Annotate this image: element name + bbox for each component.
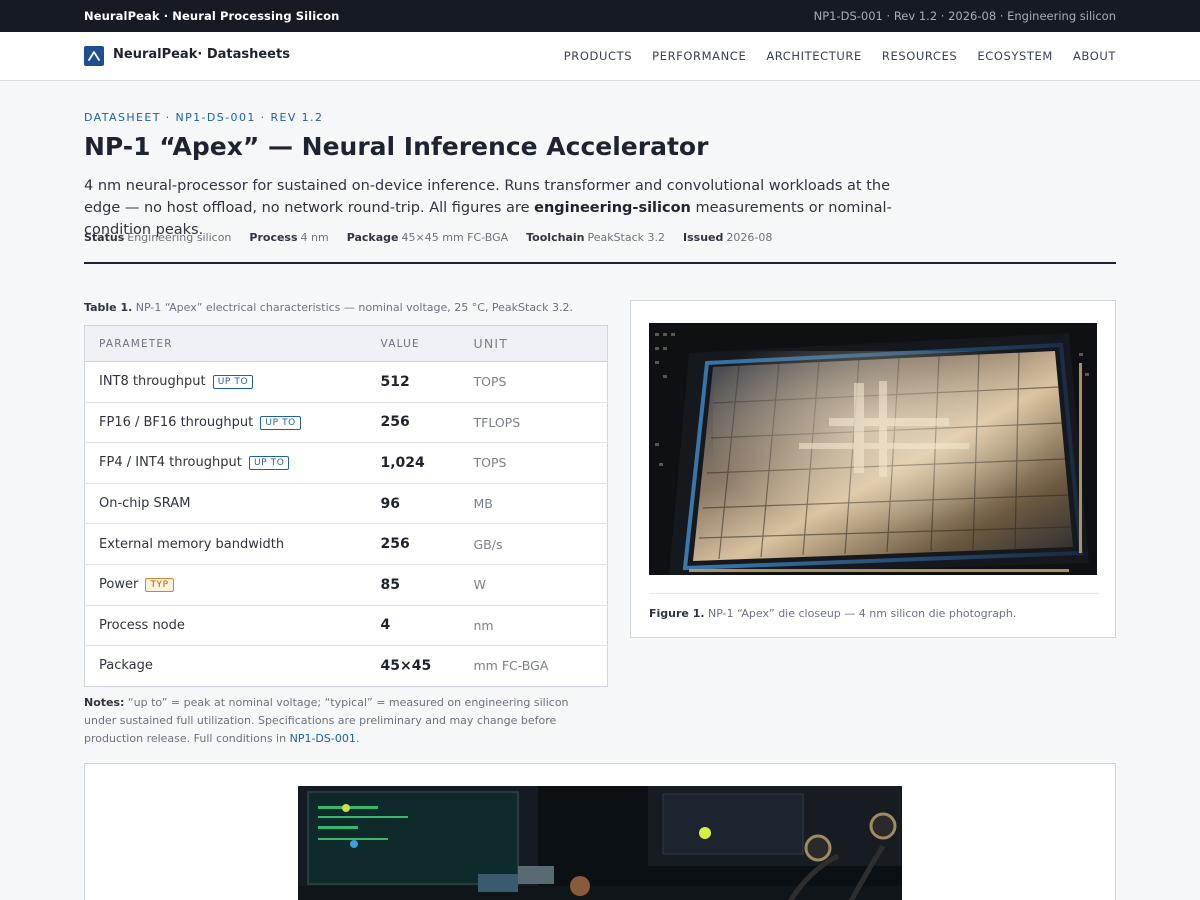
figure-caption-label: Figure 1. bbox=[649, 607, 705, 620]
table-row: FP16 / BF16 throughput UP TO 256 TFLOPS bbox=[84, 402, 608, 444]
unit-cell: W bbox=[473, 564, 608, 606]
up-to-badge: UP TO bbox=[212, 375, 254, 390]
param-name: FP4 / INT4 throughput bbox=[99, 455, 242, 471]
param-cell: FP4 / INT4 throughput UP TO bbox=[84, 442, 381, 484]
figure-caption: Figure 1. NP-1 “Apex” die closeup — 4 nm… bbox=[649, 607, 1016, 620]
fact-issued: Issued 2026-08 bbox=[683, 231, 772, 244]
table-notes: Notes: “up to” = peak at nominal voltage… bbox=[84, 694, 604, 748]
fact-label: Process bbox=[249, 231, 298, 244]
fact-process: Process 4 nm bbox=[249, 231, 328, 244]
logo-icon[interactable] bbox=[84, 46, 104, 66]
up-to-badge: UP TO bbox=[260, 415, 301, 430]
fact-value: 4 nm bbox=[300, 231, 329, 244]
fact-value: Engineering silicon bbox=[127, 231, 232, 244]
nav-link-performance[interactable]: PERFORMANCE bbox=[652, 49, 746, 63]
fact-label: Toolchain bbox=[526, 231, 585, 244]
fact-label: Status bbox=[84, 231, 125, 244]
spec-table: PARAMETER VALUE UNIT INT8 throughput UP … bbox=[84, 325, 608, 687]
param-cell: On-chip SRAM bbox=[84, 483, 381, 525]
value-cell: 96 bbox=[380, 483, 474, 525]
logo-text[interactable]: NeuralPeak· Datasheets bbox=[113, 47, 290, 62]
figure-die-closeup: Figure 1. NP-1 “Apex” die closeup — 4 nm… bbox=[630, 300, 1116, 638]
unit-cell: nm bbox=[473, 605, 608, 647]
nav-links: PRODUCTS PERFORMANCE ARCHITECTURE RESOUR… bbox=[564, 49, 1116, 63]
table-row: Power TYP 85 W bbox=[84, 564, 608, 606]
figure-caption-text: NP-1 “Apex” die closeup — 4 nm silicon d… bbox=[708, 607, 1017, 620]
nav-link-products[interactable]: PRODUCTS bbox=[564, 49, 632, 63]
top-bar-brand: NeuralPeak · Neural Processing Silicon bbox=[84, 9, 340, 23]
nav-link-resources[interactable]: RESOURCES bbox=[882, 49, 957, 63]
table-row: Process node 4 nm bbox=[84, 605, 608, 647]
page-title: NP-1 “Apex” — Neural Inference Accelerat… bbox=[84, 132, 709, 161]
fact-value: 45×45 mm FC-BGA bbox=[401, 231, 509, 244]
top-bar: NeuralPeak · Neural Processing Silicon N… bbox=[0, 0, 1200, 32]
top-bar-meta: NP1-DS-001 · Rev 1.2 · 2026-08 · Enginee… bbox=[813, 9, 1116, 23]
notes-end: . bbox=[355, 732, 360, 745]
unit-cell: MB bbox=[473, 483, 608, 525]
table-caption-text: NP-1 “Apex” electrical characteristics —… bbox=[135, 301, 573, 314]
table-caption: Table 1. NP-1 “Apex” electrical characte… bbox=[84, 301, 573, 314]
unit-cell: TFLOPS bbox=[473, 402, 608, 444]
nav-link-ecosystem[interactable]: ECOSYSTEM bbox=[977, 49, 1053, 63]
table-row: FP4 / INT4 throughput UP TO 1,024 TOPS bbox=[84, 442, 608, 484]
param-name: INT8 throughput bbox=[99, 374, 206, 390]
notes-label: Notes: bbox=[84, 696, 125, 709]
table-row: External memory bandwidth 256 GB/s bbox=[84, 523, 608, 565]
table-row: Package 45×45 mm FC-BGA bbox=[85, 646, 608, 687]
unit-cell: mm FC-BGA bbox=[473, 658, 549, 674]
param-cell: Power TYP bbox=[84, 564, 381, 606]
param-name: Power bbox=[99, 577, 139, 593]
unit-cell: TOPS bbox=[473, 442, 608, 484]
table-row: On-chip SRAM 96 MB bbox=[84, 483, 608, 525]
die-photo bbox=[649, 323, 1097, 575]
table-header-row: PARAMETER VALUE UNIT bbox=[84, 325, 608, 362]
value-cell: 45×45 bbox=[380, 657, 432, 674]
col-header-parameter: PARAMETER bbox=[84, 325, 381, 362]
col-header-value: VALUE bbox=[380, 325, 474, 362]
fact-value: 2026-08 bbox=[726, 231, 773, 244]
figure-divider bbox=[649, 593, 1099, 594]
lab-photo bbox=[298, 786, 902, 900]
value-cell: 1,024 bbox=[380, 442, 474, 484]
table-caption-label: Table 1. bbox=[84, 301, 133, 314]
col-header-unit: UNIT bbox=[473, 325, 608, 362]
nav-link-architecture[interactable]: ARCHITECTURE bbox=[766, 49, 862, 63]
value-cell: 512 bbox=[380, 361, 474, 403]
value-cell: 4 bbox=[380, 605, 474, 647]
main-nav: NeuralPeak· Datasheets PRODUCTS PERFORMA… bbox=[0, 32, 1200, 81]
fact-label: Package bbox=[346, 231, 399, 244]
datasheet-eyebrow: DATASHEET · NP1-DS-001 · REV 1.2 bbox=[84, 111, 324, 124]
key-facts: Status Engineering silicon Process 4 nm Pa… bbox=[84, 231, 772, 244]
param-name: FP16 / BF16 throughput bbox=[99, 414, 254, 430]
value-cell: 256 bbox=[380, 402, 474, 444]
param-cell: Process node bbox=[84, 605, 381, 647]
fact-status: Status Engineering silicon bbox=[84, 231, 231, 244]
unit-cell: TOPS bbox=[473, 361, 608, 403]
header-divider bbox=[84, 262, 1116, 264]
table-row: INT8 throughput UP TO 512 TOPS bbox=[84, 361, 608, 403]
param-cell: INT8 throughput UP TO bbox=[84, 361, 381, 403]
fact-value: PeakStack 3.2 bbox=[587, 231, 666, 244]
nav-link-about[interactable]: ABOUT bbox=[1073, 49, 1116, 63]
fact-package: Package 45×45 mm FC-BGA bbox=[347, 231, 508, 244]
fact-label: Issued bbox=[683, 231, 724, 244]
value-cell: 85 bbox=[380, 564, 474, 606]
figure-lab-bench bbox=[84, 763, 1116, 900]
typical-badge: TYP bbox=[145, 578, 174, 593]
param-cell: FP16 / BF16 throughput UP TO bbox=[84, 402, 381, 444]
param-cell: External memory bandwidth bbox=[84, 523, 381, 565]
datasheet-link[interactable]: NP1-DS-001 bbox=[290, 732, 356, 745]
lede-bold: engineering-silicon bbox=[534, 200, 691, 216]
fact-toolchain: Toolchain PeakStack 3.2 bbox=[526, 231, 665, 244]
unit-cell: GB/s bbox=[473, 523, 608, 565]
param-cell: Package bbox=[99, 658, 153, 674]
up-to-badge: UP TO bbox=[248, 456, 290, 471]
value-cell: 256 bbox=[380, 523, 474, 565]
